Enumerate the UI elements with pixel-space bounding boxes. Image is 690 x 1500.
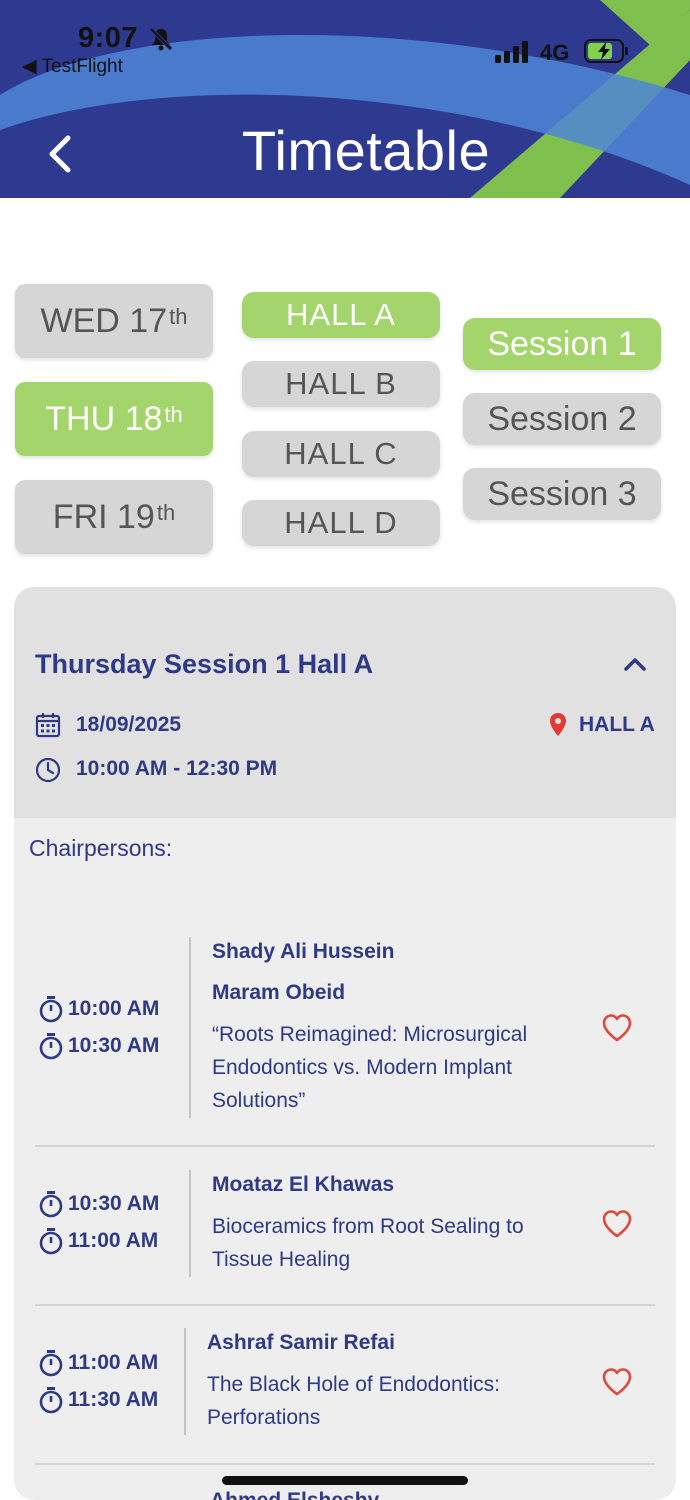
row-separator: [35, 1304, 655, 1306]
talk-end-text: 10:30 AM: [68, 1034, 160, 1057]
back-to-testflight[interactable]: ◀ TestFlight: [22, 55, 123, 78]
stopwatch-icon: [39, 1387, 63, 1414]
home-indicator: [222, 1476, 468, 1485]
talk-title-line: Solutions”: [212, 1089, 306, 1112]
bell-muted-icon: [149, 27, 173, 51]
stopwatch-icon: [39, 996, 63, 1023]
app-header: 9:07 ◀ TestFlight 4G Timetable: [0, 0, 690, 198]
hall-tab-b[interactable]: HALL B: [242, 361, 440, 407]
talk-start-time: 10:30 AM: [38, 1190, 159, 1218]
favorite-heart-icon[interactable]: [601, 1013, 633, 1043]
speaker-name: Ashraf Samir Refai: [207, 1331, 395, 1354]
day-tab-label: THU 18: [45, 399, 163, 438]
session-date: 18/09/2025: [76, 713, 182, 736]
session-tab-label: Session 3: [487, 474, 637, 513]
speaker-name: Maram Obeid: [212, 981, 346, 1004]
day-tab-suffix: th: [169, 304, 188, 329]
day-tab-wed[interactable]: WED 17th: [15, 284, 213, 358]
day-tab-suffix: th: [164, 402, 183, 427]
hall-tab-label: HALL D: [284, 505, 398, 540]
divider: [189, 1170, 191, 1277]
talk-title: The Black Hole of Endodontics: Perforati…: [207, 1368, 607, 1434]
day-tab-fri[interactable]: FRI 19th: [15, 480, 213, 554]
stopwatch-icon: [39, 1191, 63, 1218]
row-separator: [35, 1463, 655, 1465]
page-title: Timetable: [241, 119, 491, 182]
chairpersons-label: Chairpersons:: [29, 835, 173, 861]
talk-start-text: 10:00 AM: [68, 997, 160, 1020]
chevron-up-icon[interactable]: [620, 653, 650, 675]
status-time: 9:07: [78, 22, 139, 54]
session-title: Thursday Session 1 Hall A: [35, 649, 374, 679]
hall-tab-label: HALL C: [284, 436, 398, 471]
talk-end-time: 10:30 AM: [38, 1032, 159, 1060]
speaker-name: Moataz El Khawas: [212, 1173, 395, 1196]
talk-start-text: 11:00 AM: [68, 1351, 159, 1374]
favorite-heart-icon[interactable]: [601, 1209, 633, 1239]
hall-tab-d[interactable]: HALL D: [242, 500, 440, 546]
session-tab-label: Session 2: [487, 399, 637, 438]
session-card-header[interactable]: Thursday Session 1 Hall A 18/09/2025 HAL…: [14, 587, 676, 818]
clock-icon: [35, 757, 61, 783]
talk-title: “Roots Reimagined: Microsurgical Endodon…: [212, 1018, 612, 1117]
talk-title: Bioceramics from Root Sealing to Tissue …: [212, 1210, 612, 1276]
talk-title-line: The Black Hole of Endodontics:: [207, 1373, 500, 1396]
session-card: Thursday Session 1 Hall A 18/09/2025 HAL…: [14, 587, 676, 1500]
location-pin-icon: [550, 713, 566, 736]
day-tab-label: WED 17: [40, 301, 168, 340]
cellular-signal-icon: [495, 41, 528, 63]
talk-end-text: 11:30 AM: [68, 1388, 159, 1411]
talk-end-time: 11:00 AM: [38, 1227, 158, 1255]
hall-tab-c[interactable]: HALL C: [242, 431, 440, 477]
divider: [189, 937, 191, 1118]
day-tab-thu[interactable]: THU 18th: [15, 382, 213, 456]
talk-title-line: Bioceramics from Root Sealing to: [212, 1215, 524, 1238]
hall-tab-a[interactable]: HALL A: [242, 292, 440, 338]
session-tab-1[interactable]: Session 1: [463, 318, 661, 370]
talk-start-time: 11:00 AM: [38, 1349, 158, 1377]
favorite-heart-icon[interactable]: [601, 1367, 633, 1397]
day-tab-label: FRI 19: [52, 497, 155, 536]
talk-start-text: 10:30 AM: [68, 1192, 160, 1215]
battery-charging-icon: [584, 39, 628, 63]
calendar-icon: [35, 713, 61, 738]
speaker-name: Ahmed Elsheshy: [210, 1489, 379, 1500]
network-type: 4G: [540, 40, 570, 65]
talk-end-text: 11:00 AM: [68, 1229, 159, 1252]
talk-title-line: Perforations: [207, 1406, 321, 1429]
stopwatch-icon: [39, 1033, 63, 1060]
session-tab-2[interactable]: Session 2: [463, 393, 661, 445]
speaker-name: Shady Ali Hussein: [212, 940, 395, 963]
session-location: HALL A: [579, 713, 655, 736]
session-time-range: 10:00 AM - 12:30 PM: [76, 757, 278, 780]
stopwatch-icon: [39, 1350, 63, 1377]
session-tab-3[interactable]: Session 3: [463, 468, 661, 520]
talk-title-line: “Roots Reimagined: Microsurgical: [212, 1023, 528, 1046]
talk-end-time: 11:30 AM: [38, 1386, 158, 1414]
talk-start-time: 10:00 AM: [38, 995, 159, 1023]
session-tab-label: Session 1: [487, 324, 637, 363]
talk-title-line: Endodontics vs. Modern Implant: [212, 1056, 512, 1079]
stopwatch-icon: [39, 1228, 63, 1255]
row-separator: [35, 1145, 655, 1147]
talk-title-line: Tissue Healing: [212, 1248, 351, 1271]
divider: [184, 1328, 186, 1435]
hall-tab-label: HALL B: [285, 366, 397, 401]
hall-tab-label: HALL A: [286, 297, 396, 332]
day-tab-suffix: th: [156, 500, 176, 525]
